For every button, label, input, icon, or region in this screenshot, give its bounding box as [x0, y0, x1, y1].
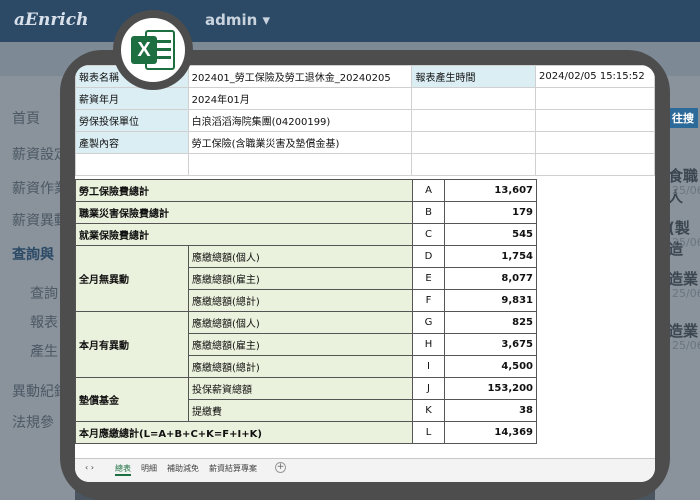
- row-amount: 13,607: [444, 179, 537, 202]
- row-code: G: [412, 311, 445, 334]
- right-item-1-date: 25/06: [672, 184, 700, 197]
- spreadsheet: 報表名稱 202401_勞工保險及勞工退休金_20240205 報表產生時間 2…: [75, 65, 655, 482]
- premium-summary-table: 勞工保險費總計 A 13,607 職業災害保險費總計 B 179 就業保險費總計…: [75, 179, 537, 444]
- row-label: 勞工保險費總計: [75, 179, 413, 202]
- right-item-3-date: 25/06: [672, 287, 700, 300]
- row-code: E: [412, 267, 445, 290]
- header-value: 2024年01月: [187, 87, 413, 110]
- item-label: 應繳總額(雇主): [188, 267, 413, 290]
- row-code: I: [412, 355, 445, 378]
- row-label: 就業保險費總計: [75, 223, 413, 246]
- sidebar-item-home[interactable]: 首頁: [12, 108, 40, 128]
- app-header: aEnrich admin ▾: [0, 0, 700, 42]
- row-code: D: [412, 245, 445, 268]
- row-amount: 3,675: [444, 333, 537, 356]
- sidebar-item-regulations[interactable]: 法規參: [12, 412, 54, 432]
- row-amount: 179: [444, 201, 537, 224]
- sidebar-item-query[interactable]: 查詢與: [12, 244, 54, 264]
- right-item-3-title[interactable]: 造業: [668, 268, 698, 289]
- add-sheet-icon[interactable]: +: [275, 462, 286, 473]
- excel-icon: X: [113, 10, 193, 90]
- sidebar-subitem-generate[interactable]: 產生: [30, 341, 58, 361]
- right-item-4-date: 25/06: [672, 339, 700, 352]
- sheet-tab-subsidy[interactable]: 補助減免: [167, 463, 199, 474]
- group-label: 全月無異動: [75, 245, 189, 312]
- empty-cell: [535, 131, 655, 154]
- sheet-tab-summary[interactable]: 總表: [115, 463, 131, 476]
- row-amount: 38: [444, 399, 537, 422]
- header-label: 勞保投保單位: [75, 109, 189, 132]
- row-code: J: [412, 377, 445, 400]
- row-code: A: [412, 179, 445, 202]
- row-amount: 14,369: [444, 421, 537, 444]
- item-label: 應繳總額(雇主): [188, 333, 413, 356]
- item-label: 應繳總額(個人): [188, 245, 413, 268]
- right-item-2-date: 25/06: [672, 236, 700, 249]
- row-amount: 1,754: [444, 245, 537, 268]
- header-label: 薪資年月: [75, 87, 189, 110]
- item-label: 提繳費: [188, 399, 413, 422]
- row-amount: 8,077: [444, 267, 537, 290]
- item-label: 應繳總額(個人): [188, 311, 413, 334]
- sheet-tab-bar: ‹ › 總表 明細 補助減免 薪資結算專案 +: [75, 458, 655, 482]
- empty-cell: [411, 87, 537, 110]
- tab-nav-arrows[interactable]: ‹ ›: [85, 463, 94, 472]
- sheet-tab-settlement[interactable]: 薪資結算專案: [209, 463, 257, 474]
- item-label: 應繳總額(總計): [188, 355, 413, 378]
- row-amount: 153,200: [444, 377, 537, 400]
- empty-cell: [75, 153, 189, 176]
- empty-cell: [411, 153, 537, 176]
- sidebar-subitem-query[interactable]: 查詢: [30, 283, 58, 303]
- header-label: 報表產生時間: [411, 65, 537, 88]
- row-label: 本月應繳總計(L=A+B+C+K=F+I+K): [75, 421, 413, 444]
- row-code: K: [412, 399, 445, 422]
- right-search-button[interactable]: 往搜: [668, 108, 698, 128]
- header-value: 勞工保險(含職業災害及墊償金基): [187, 131, 413, 154]
- empty-cell: [187, 153, 413, 176]
- row-amount: 9,831: [444, 289, 537, 312]
- row-code: B: [412, 201, 445, 224]
- user-menu[interactable]: admin ▾: [205, 11, 270, 29]
- row-code: H: [412, 333, 445, 356]
- row-amount: 4,500: [444, 355, 537, 378]
- header-label: 產製內容: [75, 131, 189, 154]
- sheet-tab-details[interactable]: 明細: [141, 463, 157, 474]
- empty-cell: [535, 87, 655, 110]
- row-code: L: [412, 421, 445, 444]
- empty-cell: [535, 153, 655, 176]
- header-value: 2024/02/05 15:15:52: [535, 65, 655, 88]
- right-item-4-title[interactable]: 造業: [668, 320, 698, 341]
- row-amount: 825: [444, 311, 537, 334]
- header-value: 白浪滔滔海院集團(04200199): [187, 109, 413, 132]
- row-code: C: [412, 223, 445, 246]
- row-label: 職業災害保險費總計: [75, 201, 413, 224]
- item-label: 應繳總額(總計): [188, 289, 413, 312]
- item-label: 投保薪資總額: [188, 377, 413, 400]
- app-logo: aEnrich: [14, 10, 89, 30]
- empty-cell: [411, 109, 537, 132]
- sidebar-subitem-report[interactable]: 報表: [30, 312, 58, 332]
- group-label: 墊償基金: [75, 377, 189, 422]
- row-code: F: [412, 289, 445, 312]
- empty-cell: [411, 131, 537, 154]
- row-amount: 545: [444, 223, 537, 246]
- header-value: 202401_勞工保險及勞工退休金_20240205: [187, 65, 413, 88]
- group-label: 本月有異動: [75, 311, 189, 378]
- empty-cell: [535, 109, 655, 132]
